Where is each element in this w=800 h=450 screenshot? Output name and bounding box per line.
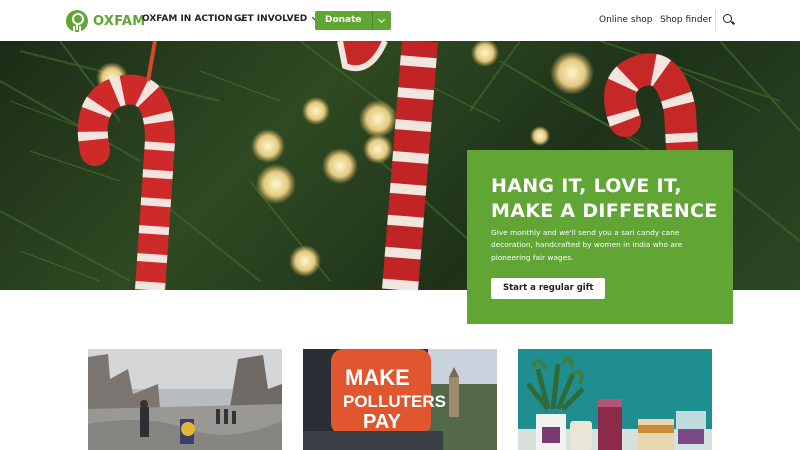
feature-card[interactable] xyxy=(518,349,712,450)
shop-products-photo xyxy=(518,349,712,450)
logo-text: OXFAM xyxy=(93,13,146,29)
search-icon[interactable] xyxy=(723,14,732,23)
sign-text-polluters: POLLUTERS xyxy=(343,392,446,411)
oxfam-logo-icon xyxy=(66,10,88,32)
feature-card[interactable]: MAKE POLLUTERS PAY xyxy=(303,349,497,450)
nav-oxfam-in-action[interactable]: OXFAM IN ACTION xyxy=(142,13,245,24)
feature-card[interactable] xyxy=(88,349,282,450)
promo-panel: HANG IT, LOVE IT, MAKE A DIFFERENCE Give… xyxy=(467,150,733,324)
conflict-street-photo xyxy=(88,349,282,450)
chevron-down-icon xyxy=(378,15,386,23)
make-polluters-pay-photo: MAKE POLLUTERS PAY xyxy=(303,349,497,450)
oxfam-logo[interactable]: OXFAM xyxy=(66,10,146,32)
donate-button[interactable]: Donate xyxy=(315,11,372,30)
nav-label: OXFAM IN ACTION xyxy=(142,14,233,24)
nav-label: GET INVOLVED xyxy=(234,14,308,24)
shop-finder-link[interactable]: Shop finder xyxy=(660,15,712,25)
promo-description: Give monthly and we'll send you a sari c… xyxy=(491,228,683,262)
promo-title: HANG IT, LOVE IT, MAKE A DIFFERENCE xyxy=(491,175,718,222)
header-divider xyxy=(715,10,716,31)
nav-get-involved[interactable]: GET INVOLVED xyxy=(234,13,320,24)
sign-text-make: MAKE xyxy=(345,365,410,390)
sign-text-pay: PAY xyxy=(363,411,401,433)
donate-dropdown-button[interactable] xyxy=(371,11,391,30)
donate-group: Donate xyxy=(315,11,391,30)
site-header: OXFAM OXFAM IN ACTION GET INVOLVED Donat… xyxy=(0,0,800,42)
online-shop-link[interactable]: Online shop xyxy=(599,15,653,25)
start-regular-gift-button[interactable]: Start a regular gift xyxy=(491,278,606,299)
